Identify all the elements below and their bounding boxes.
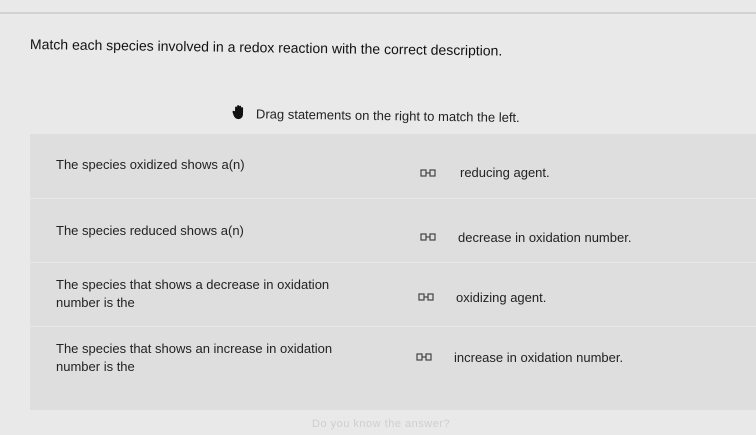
match-row: The species that shows an increase in ox… [30,326,756,410]
left-statement: The species reduced shows a(n) [56,223,244,238]
right-statement[interactable]: increase in oxidation number. [454,350,623,365]
drag-hint-text: Drag statements on the right to match th… [255,106,520,126]
drag-handle-icon[interactable] [418,292,434,302]
right-statement[interactable]: reducing agent. [460,165,550,180]
question-title: Match each species involved in a redox r… [29,36,503,59]
drag-handle-icon[interactable] [416,352,432,362]
match-row: The species reduced shows a(n) decrease … [30,198,756,263]
top-divider [0,12,756,14]
drag-handle-icon[interactable] [420,168,436,178]
match-row: The species that shows a decrease in oxi… [30,262,756,327]
matching-panel: The species oxidized shows a(n) reducing… [30,134,756,410]
hand-icon [232,104,246,123]
right-statement[interactable]: oxidizing agent. [456,290,546,305]
match-row: The species oxidized shows a(n) reducing… [30,134,756,199]
drag-hint: Drag statements on the right to match th… [232,104,520,127]
left-statement: The species that shows a decrease in oxi… [56,277,330,310]
drag-handle-icon[interactable] [420,232,436,242]
footer-watermark: Do you know the answer? [312,418,451,430]
right-statement[interactable]: decrease in oxidation number. [458,230,631,245]
left-statement: The species that shows an increase in ox… [56,341,333,374]
left-statement: The species oxidized shows a(n) [56,157,245,172]
